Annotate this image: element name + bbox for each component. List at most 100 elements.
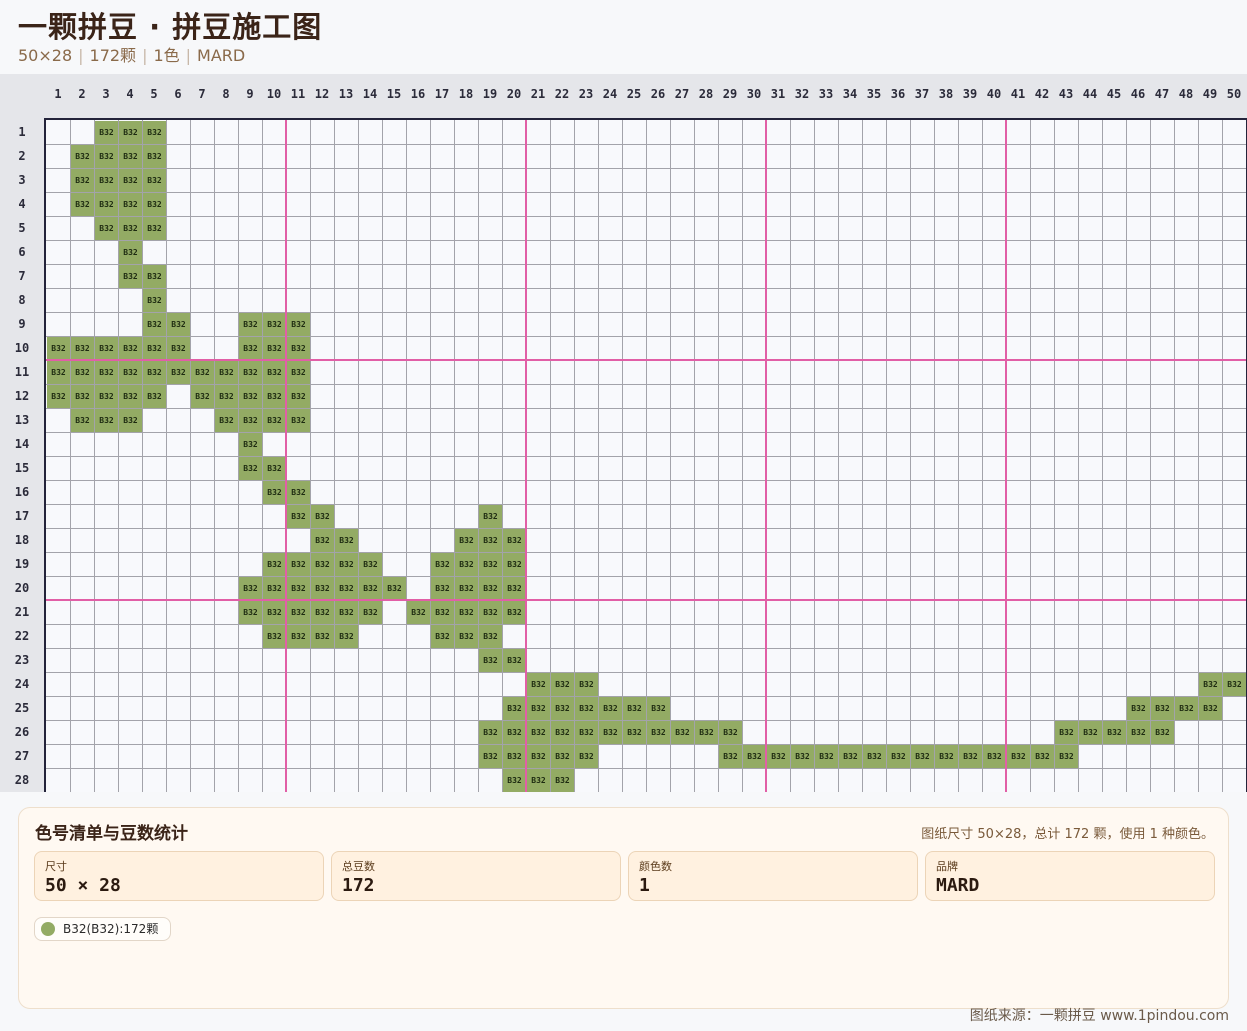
bead-cell[interactable]: B32 xyxy=(143,169,166,192)
bead-cell[interactable]: B32 xyxy=(143,145,166,168)
bead-cell[interactable]: B32 xyxy=(143,217,166,240)
bead-cell[interactable]: B32 xyxy=(455,553,478,576)
bead-cell[interactable]: B32 xyxy=(431,553,454,576)
bead-cell[interactable]: B32 xyxy=(71,409,94,432)
bead-cell[interactable]: B32 xyxy=(431,601,454,624)
bead-cell[interactable]: B32 xyxy=(575,721,598,744)
bead-cell[interactable]: B32 xyxy=(623,697,646,720)
bead-cell[interactable]: B32 xyxy=(743,745,766,768)
bead-cell[interactable]: B32 xyxy=(311,601,334,624)
bead-cell[interactable]: B32 xyxy=(119,265,142,288)
bead-cell[interactable]: B32 xyxy=(1127,697,1150,720)
bead-cell[interactable]: B32 xyxy=(287,553,310,576)
bead-cell[interactable]: B32 xyxy=(119,193,142,216)
bead-cell[interactable]: B32 xyxy=(71,145,94,168)
bead-cell[interactable]: B32 xyxy=(335,529,358,552)
bead-cell[interactable]: B32 xyxy=(119,337,142,360)
bead-cell[interactable]: B32 xyxy=(95,121,118,144)
bead-cell[interactable]: B32 xyxy=(95,145,118,168)
bead-cell[interactable]: B32 xyxy=(263,481,286,504)
bead-cell[interactable]: B32 xyxy=(1031,745,1054,768)
bead-cell[interactable]: B32 xyxy=(143,385,166,408)
bead-cell[interactable]: B32 xyxy=(143,337,166,360)
bead-cell[interactable]: B32 xyxy=(479,625,502,648)
bead-cell[interactable]: B32 xyxy=(983,745,1006,768)
bead-cell[interactable]: B32 xyxy=(503,769,526,792)
bead-cell[interactable]: B32 xyxy=(1007,745,1030,768)
bead-cell[interactable]: B32 xyxy=(647,721,670,744)
bead-cell[interactable]: B32 xyxy=(119,409,142,432)
bead-cell[interactable]: B32 xyxy=(143,289,166,312)
bead-cell[interactable]: B32 xyxy=(143,193,166,216)
bead-cell[interactable]: B32 xyxy=(287,505,310,528)
bead-pattern-board[interactable]: 1 2 3 4 5 6 7 8 9 10 11 12 13 14 15 16 17 18 19 20 21 22 23 24 2… xyxy=(0,74,1247,792)
color-chip-b32[interactable]: B32(B32):172颗 xyxy=(34,917,172,941)
bead-cell[interactable]: B32 xyxy=(1055,745,1078,768)
bead-cell[interactable]: B32 xyxy=(839,745,862,768)
bead-cell[interactable]: B32 xyxy=(143,361,166,384)
bead-cell[interactable]: B32 xyxy=(95,169,118,192)
bead-cell[interactable]: B32 xyxy=(479,505,502,528)
bead-cell[interactable]: B32 xyxy=(527,673,550,696)
bead-cell[interactable]: B32 xyxy=(719,721,742,744)
bead-cell[interactable]: B32 xyxy=(287,481,310,504)
bead-cell[interactable]: B32 xyxy=(239,457,262,480)
bead-cell[interactable]: B32 xyxy=(119,241,142,264)
bead-cell[interactable]: B32 xyxy=(95,337,118,360)
bead-cell[interactable]: B32 xyxy=(95,217,118,240)
bead-cell[interactable]: B32 xyxy=(479,529,502,552)
bead-cell[interactable]: B32 xyxy=(455,625,478,648)
bead-cell[interactable]: B32 xyxy=(503,745,526,768)
bead-cell[interactable]: B32 xyxy=(551,673,574,696)
bead-cell[interactable]: B32 xyxy=(599,697,622,720)
bead-cell[interactable]: B32 xyxy=(263,313,286,336)
bead-cell[interactable]: B32 xyxy=(71,361,94,384)
bead-cell[interactable]: B32 xyxy=(671,721,694,744)
bead-cell[interactable]: B32 xyxy=(287,385,310,408)
bead-cell[interactable]: B32 xyxy=(935,745,958,768)
bead-cell[interactable]: B32 xyxy=(263,361,286,384)
bead-cell[interactable]: B32 xyxy=(239,337,262,360)
bead-cell[interactable]: B32 xyxy=(335,625,358,648)
bead-cell[interactable]: B32 xyxy=(359,577,382,600)
bead-cell[interactable]: B32 xyxy=(119,121,142,144)
bead-cell[interactable]: B32 xyxy=(479,601,502,624)
bead-cell[interactable]: B32 xyxy=(119,169,142,192)
bead-cell[interactable]: B32 xyxy=(335,601,358,624)
bead-cell[interactable]: B32 xyxy=(431,577,454,600)
bead-cell[interactable]: B32 xyxy=(95,385,118,408)
bead-cell[interactable]: B32 xyxy=(455,577,478,600)
bead-cell[interactable]: B32 xyxy=(167,361,190,384)
bead-cell[interactable]: B32 xyxy=(95,409,118,432)
bead-cell[interactable]: B32 xyxy=(287,361,310,384)
bead-cell[interactable]: B32 xyxy=(647,697,670,720)
bead-cell[interactable]: B32 xyxy=(503,649,526,672)
bead-cell[interactable]: B32 xyxy=(527,769,550,792)
bead-cell[interactable]: B32 xyxy=(191,385,214,408)
bead-cell[interactable]: B32 xyxy=(47,361,70,384)
bead-cell[interactable]: B32 xyxy=(815,745,838,768)
bead-cell[interactable]: B32 xyxy=(359,601,382,624)
bead-cell[interactable]: B32 xyxy=(95,361,118,384)
bead-cell[interactable]: B32 xyxy=(311,529,334,552)
bead-cell[interactable]: B32 xyxy=(383,577,406,600)
bead-cell[interactable]: B32 xyxy=(479,577,502,600)
bead-cell[interactable]: B32 xyxy=(311,577,334,600)
bead-cell[interactable]: B32 xyxy=(695,721,718,744)
bead-cell[interactable]: B32 xyxy=(575,673,598,696)
bead-cell[interactable]: B32 xyxy=(503,601,526,624)
bead-cell[interactable]: B32 xyxy=(503,721,526,744)
bead-cell[interactable]: B32 xyxy=(503,553,526,576)
bead-cell[interactable]: B32 xyxy=(1055,721,1078,744)
bead-cell[interactable]: B32 xyxy=(263,409,286,432)
bead-cell[interactable]: B32 xyxy=(239,409,262,432)
bead-cell[interactable]: B32 xyxy=(287,601,310,624)
bead-cell[interactable]: B32 xyxy=(239,313,262,336)
bead-cell[interactable]: B32 xyxy=(263,625,286,648)
bead-cell[interactable]: B32 xyxy=(1103,721,1126,744)
bead-cell[interactable]: B32 xyxy=(479,553,502,576)
bead-cell[interactable]: B32 xyxy=(959,745,982,768)
bead-cell[interactable]: B32 xyxy=(1151,721,1174,744)
bead-cell[interactable]: B32 xyxy=(239,385,262,408)
bead-cell[interactable]: B32 xyxy=(287,313,310,336)
